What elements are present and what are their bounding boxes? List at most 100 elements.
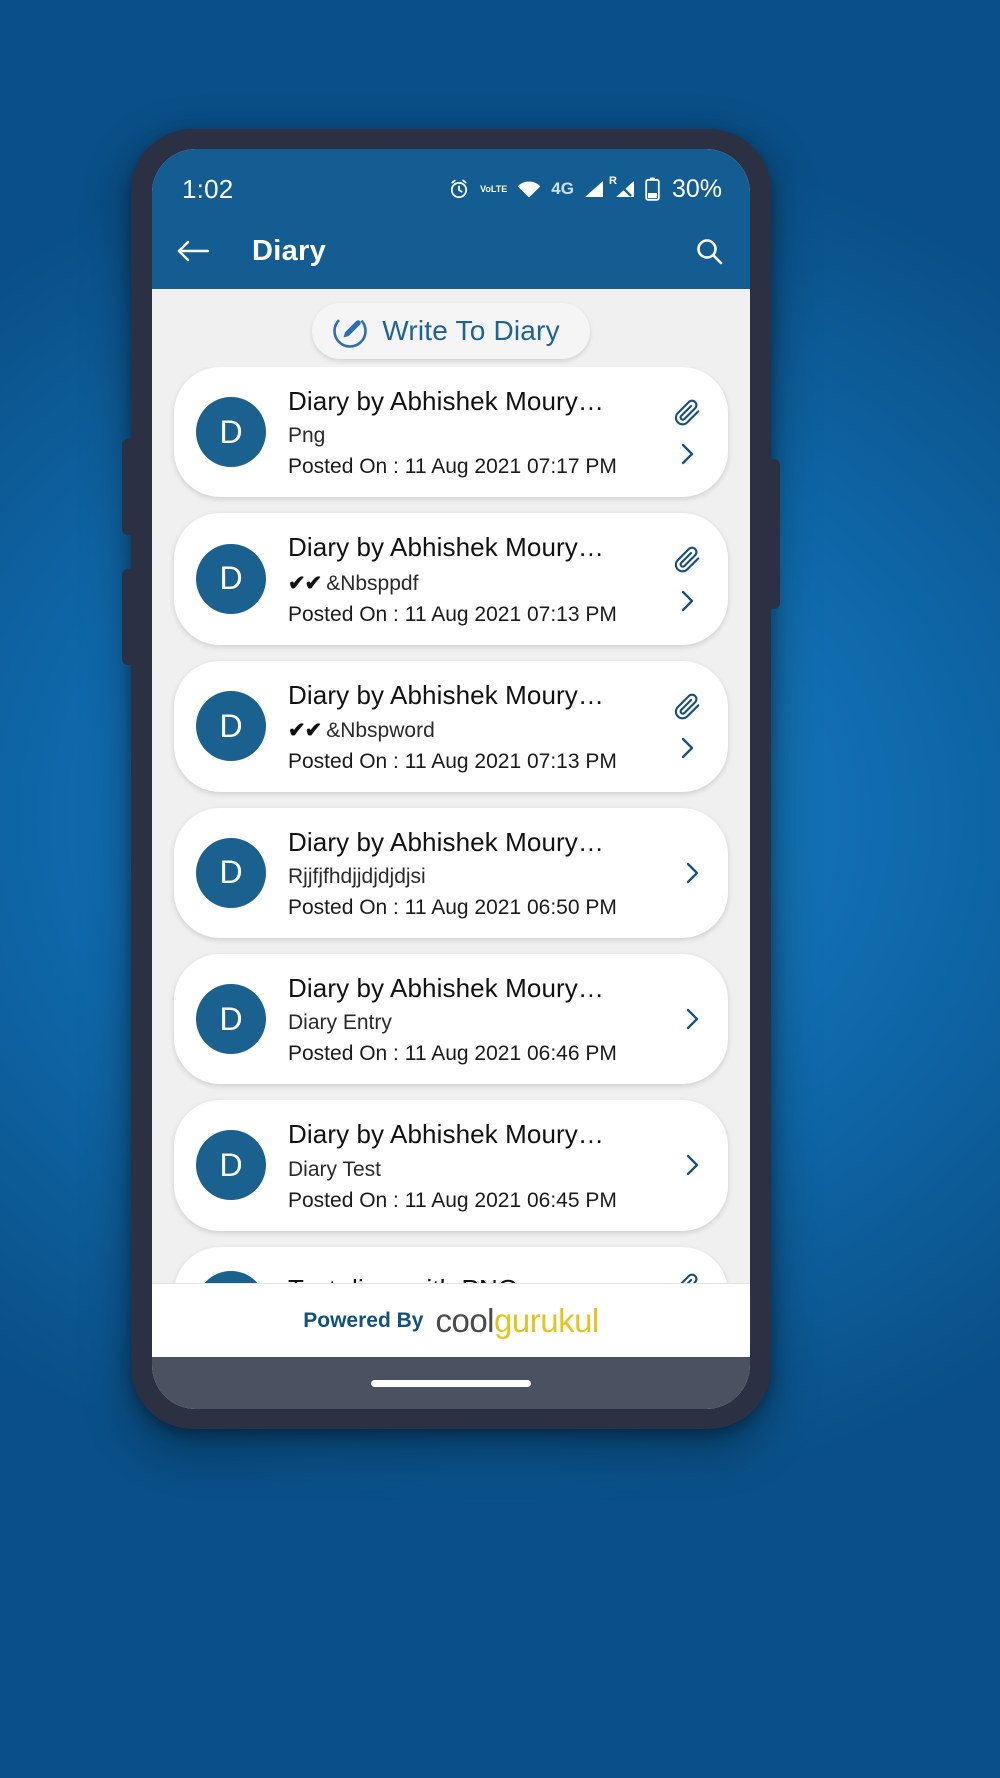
entry-title: Diary by Abhishek Moury… [288,679,604,710]
avatar: D [196,397,266,468]
chevron-right-icon[interactable] [677,588,697,614]
volume-up-button[interactable] [122,439,132,535]
read-ticks-icon: ✔✔ [288,718,322,742]
avatar: D [196,691,266,762]
page-title: Diary [252,234,327,267]
back-arrow-icon[interactable] [176,237,210,265]
entry-body: Diary by Abhishek Moury… Rjjfjfhdjjdjdjdj… [288,826,708,920]
entry-title: Diary by Abhishek Moury… [288,532,604,563]
brand-logo: coolgurukul [435,1301,599,1340]
entry-subtitle: Png [288,424,708,448]
entry-subtitle-text: Png [288,424,326,448]
diary-entry-card[interactable]: D Diary by Abhishek Moury… Diary Entry Post… [174,954,728,1085]
attachment-paperclip-icon[interactable] [672,544,702,574]
entry-body: Test diary with PNGPosted On : 11 Aug 20… [288,1273,708,1283]
entry-title: Diary by Abhishek Moury… [288,826,604,857]
avatar: D [196,837,266,908]
entry-actions [672,513,702,644]
phone-frame: 1:02 Vo LTE 4G R 30% Diary Write To Diar… [122,129,780,1429]
brand-second: gurukul [494,1301,599,1339]
write-button-wrap: Write To Diary [152,289,750,367]
diary-content: Write To Diary D Diary by Abhishek Moury…… [152,289,750,1357]
entry-subtitle: Diary Entry [288,1011,708,1035]
entry-date: Posted On : 11 Aug 2021 07:17 PM [288,455,617,479]
write-to-diary-label: Write To Diary [382,315,560,346]
wifi-icon [516,179,542,199]
entry-title: Diary by Abhishek Moury… [288,973,604,1004]
status-icons: Vo LTE 4G R 30% [447,175,722,204]
diary-entry-card[interactable]: D Diary by Abhishek Moury… ✔✔ &Nbspword Post… [174,660,728,792]
entry-body: Diary by Abhishek Moury… ✔✔ &Nbsppdf Posted… [288,531,708,626]
entry-date: Posted On : 11 Aug 2021 07:13 PM [288,602,617,626]
battery-icon [645,177,660,201]
entry-actions [682,954,702,1084]
diary-entry-card[interactable]: D Diary by Abhishek Moury… Rjjfjfhdjjdjdjd… [174,807,728,939]
entry-subtitle-text: Diary Test [288,1157,381,1181]
entry-date: Posted On : 11 Aug 2021 06:50 PM [288,896,617,920]
entry-body: Diary by Abhishek Moury… Png Posted On : 1… [288,385,708,479]
battery-percent: 30% [671,174,722,203]
entry-subtitle: ✔✔ &Nbspword [288,718,708,743]
entry-subtitle: Rjjfjfhdjjdjdjdjsi [288,865,708,889]
brand-first: cool [435,1301,495,1339]
entry-date: Posted On : 11 Aug 2021 07:13 PM [288,749,617,773]
volte-icon: Vo LTE [480,183,508,194]
attachment-paperclip-icon[interactable] [672,691,702,721]
volte-bottom: LTE [490,183,508,194]
entry-subtitle-text: Rjjfjfhdjjdjdjdjsi [288,865,426,889]
home-gesture-pill[interactable] [371,1379,531,1387]
network-type-label: 4G [551,179,574,198]
attachment-paperclip-icon[interactable] [672,1271,702,1283]
footer: Powered By coolgurukul [152,1283,750,1357]
entry-body: Diary by Abhishek Moury… ✔✔ &Nbspword Poste… [288,679,708,774]
attachment-paperclip-icon[interactable] [672,397,702,427]
roaming-signal-icon: R [609,175,636,199]
entry-actions [682,808,702,938]
signal-bars-icon [583,179,605,199]
entry-actions [672,367,702,497]
avatar: D [196,1130,266,1201]
status-clock: 1:02 [182,173,234,204]
diary-entry-card[interactable]: D Diary by Abhishek Moury… Diary Test Poste… [174,1100,728,1231]
chevron-right-icon[interactable] [682,1006,702,1032]
avatar: D [196,543,266,614]
entry-title: Diary by Abhishek Moury… [288,386,604,416]
volume-down-button[interactable] [122,569,132,665]
read-ticks-icon: ✔✔ [288,571,322,595]
roaming-label: R [608,175,617,187]
entry-date: Posted On : 11 Aug 2021 06:45 PM [288,1188,617,1212]
phone-screen: 1:02 Vo LTE 4G R 30% Diary Write To Diar… [152,149,750,1409]
powered-by-label: Powered By [303,1308,424,1332]
chevron-right-icon[interactable] [682,1152,702,1178]
chevron-right-icon[interactable] [677,441,697,467]
diary-entry-card[interactable]: T Test diary with PNGPosted On : 11 Aug 2… [174,1246,728,1283]
status-bar: 1:02 Vo LTE 4G R 30% [152,149,750,213]
entry-body: Diary by Abhishek Moury… Diary Entry Poste… [288,972,708,1066]
system-nav-bar [152,1357,750,1409]
write-to-diary-button[interactable]: Write To Diary [312,303,590,359]
entry-subtitle-text: Diary Entry [288,1011,392,1035]
chevron-right-icon[interactable] [682,860,702,886]
entry-subtitle: ✔✔ &Nbsppdf [288,571,708,596]
alarm-clock-icon [447,177,471,201]
diary-entry-card[interactable]: D Diary by Abhishek Moury… ✔✔ &Nbsppdf Poste… [174,513,728,645]
entry-date: Posted On : 11 Aug 2021 06:46 PM [288,1042,617,1066]
entry-subtitle-text: &Nbsppdf [326,571,419,595]
entry-title: Test diary with PNG [288,1273,708,1283]
pencil-edit-icon [330,311,370,351]
entry-actions [672,1247,702,1283]
app-bar: Diary [152,213,750,289]
entry-actions [682,1100,702,1230]
avatar: D [196,984,266,1055]
entry-body: Diary by Abhishek Moury… Diary Test Posted… [288,1118,708,1212]
chevron-right-icon[interactable] [677,735,697,761]
volte-top: Vo [480,183,491,194]
power-button[interactable] [770,459,780,609]
search-icon[interactable] [694,236,724,266]
diary-list[interactable]: D Diary by Abhishek Moury… Png Posted On : … [152,367,750,1283]
diary-entry-card[interactable]: D Diary by Abhishek Moury… Png Posted On : … [174,367,728,498]
entry-title: Diary by Abhishek Moury… [288,1119,604,1150]
entry-actions [672,661,702,792]
avatar: T [196,1270,266,1283]
entry-subtitle: Diary Test [288,1158,708,1182]
